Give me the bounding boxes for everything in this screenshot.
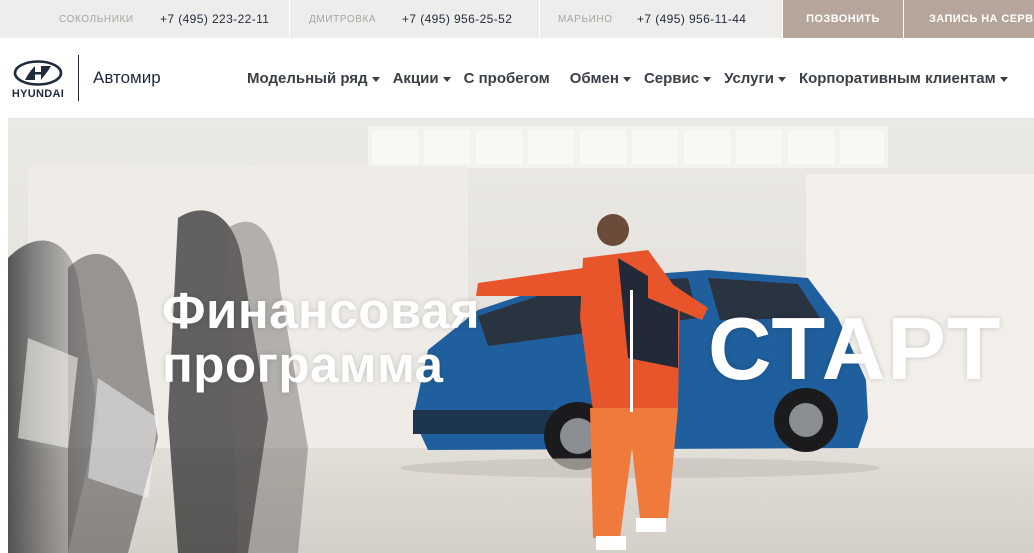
nav-item-promotions[interactable]: Акции [393,70,451,87]
branch-phone-link[interactable]: +7 (495) 956-11-44 [637,12,746,26]
hero-program-name: СТАРТ [708,299,1003,398]
branch-dmitrovka: ДМИТРОВКА +7 (495) 956-25-52 [290,0,540,38]
caret-down-icon [703,76,712,82]
hyundai-logo[interactable]: HYUNDAI [8,60,68,100]
nav-item-service[interactable]: Сервис [643,69,712,87]
nav-item-label: С пробегом [463,69,550,87]
call-button[interactable]: ПОЗВОНИТЬ [783,0,904,38]
branch-phone-link[interactable]: +7 (495) 956-25-52 [402,12,512,26]
nav-item-used-cars[interactable]: С пробегом [464,70,550,87]
brand-wordmark: HYUNDAI [12,88,64,100]
hero-banner[interactable]: Финансовая программа СТАРТ [8,118,1034,553]
branch-phone-link[interactable]: +7 (495) 223-22-11 [160,12,269,26]
top-contact-bar: СОКОЛЬНИКИ +7 (495) 223-22-11 ДМИТРОВКА … [0,0,1034,38]
hero-divider [630,290,633,412]
dealer-name[interactable]: Автомир [93,68,161,88]
nav-item-models[interactable]: Модельный ряд [247,70,380,87]
branch-name: МАРЬИНО [558,13,613,25]
hero-headline-line2: программа [162,336,444,393]
branch-marino: МАРЬИНО +7 (495) 956-11-44 [540,0,783,38]
branch-sokolniki: СОКОЛЬНИКИ +7 (495) 223-22-11 [0,0,290,38]
nav-item-trade-in[interactable]: Обмен [570,70,631,87]
site-header: HYUNDAI Автомир Модельный ряд Акции С пр… [0,38,1034,118]
main-nav: Модельный ряд Акции С пробегом Обмен Сер… [247,66,1021,90]
service-booking-button[interactable]: ЗАПИСЬ НА СЕРВИС [904,0,1034,38]
branch-name: СОКОЛЬНИКИ [59,13,134,25]
caret-down-icon [777,76,786,82]
caret-down-icon [999,76,1008,82]
nav-item-label: Обмен [569,69,619,87]
hero-headline-line1: Финансовая [162,282,481,339]
nav-item-label: Акции [392,69,439,87]
nav-item-services[interactable]: Услуги [724,70,786,87]
caret-down-icon [371,76,380,82]
nav-item-label: Модельный ряд [247,69,368,87]
caret-down-icon [622,76,631,82]
branch-name: ДМИТРОВКА [309,13,377,25]
nav-item-label: Корпоративным клиентам [798,69,996,87]
hyundai-emblem-icon: HYUNDAI [12,60,64,100]
hero-headline: Финансовая программа [162,284,480,392]
logo-divider [78,55,79,101]
nav-item-corporate[interactable]: Корпоративным клиентам [799,70,1008,87]
nav-item-label: Сервис [643,69,700,87]
caret-down-icon [442,76,451,82]
nav-item-label: Услуги [724,69,774,87]
